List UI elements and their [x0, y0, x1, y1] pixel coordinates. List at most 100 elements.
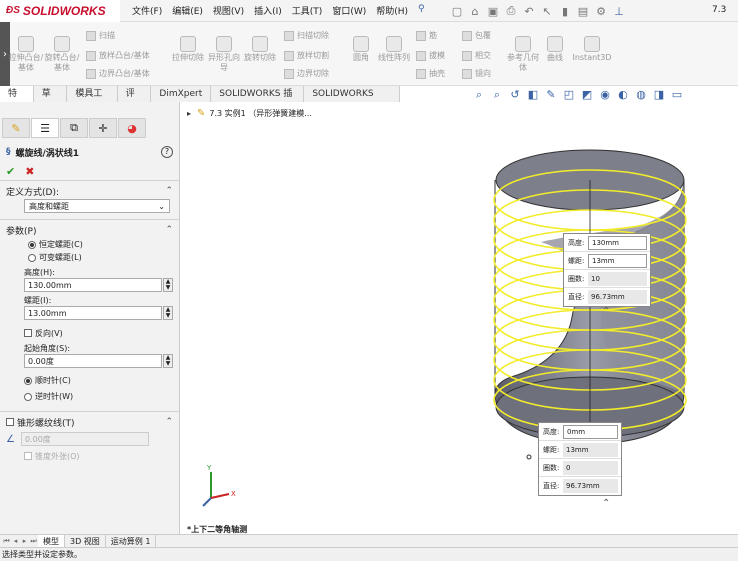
loft-boss-button[interactable]: 放样凸台/基体 [86, 50, 150, 61]
tab-sketch[interactable]: 草图 [34, 86, 68, 115]
extrude-cut-button[interactable]: 拉伸切除 [170, 36, 206, 63]
display-manager-tab[interactable]: ◕ [118, 118, 146, 138]
sweep-cut-button[interactable]: 扫描切除 [284, 30, 329, 41]
hole-wizard-button[interactable]: 异形孔向导 [206, 36, 242, 73]
graphics-viewport[interactable]: ▸ ✎ 7.3 实例1 （异形弹簧建模... Y X ⌃ ⌃ 高度: 130mm… [181, 102, 738, 538]
pin-icon[interactable]: ⚲ [418, 4, 425, 17]
print-icon[interactable]: ⎙ [502, 4, 520, 18]
height-input[interactable]: 130.00mm ▲ ▼ [24, 278, 173, 292]
collapse-bottom-callout-icon: ⌃ [602, 498, 610, 509]
zoom-fit-icon[interactable]: ⌕ [470, 88, 488, 102]
ok-checkmark-icon[interactable]: ✔ [6, 165, 15, 178]
taper-outward-checkbox[interactable]: 锥度外张(O) [24, 449, 173, 463]
undo-icon[interactable]: ↶ [520, 5, 538, 18]
reverse-checkbox[interactable]: 反向(V) [24, 326, 173, 340]
taper-angle-input[interactable]: 0.00度 [20, 432, 149, 446]
revolve-cut-button[interactable]: 旋转切除 [242, 36, 278, 63]
boundary-cut-button[interactable]: 边界切除 [284, 68, 329, 79]
select-icon[interactable]: ↖ [538, 5, 556, 18]
cancel-x-icon[interactable]: ✖ [25, 165, 34, 178]
top-height-input[interactable]: 130mm [588, 235, 647, 250]
section-view-icon[interactable]: ◧ [524, 88, 542, 102]
helix-icon: § [6, 147, 11, 157]
draft-button[interactable]: 拔模 [416, 50, 445, 61]
feature-manager-tab[interactable]: ✎ [2, 118, 30, 138]
menu-view[interactable]: 视图(V) [213, 4, 244, 17]
menu-window[interactable]: 窗口(W) [332, 4, 366, 17]
constant-pitch-radio[interactable]: 恒定螺距(C) [28, 238, 173, 251]
tab-dimxpert[interactable]: DimXpert [151, 86, 212, 102]
tab-features[interactable]: 特征 [0, 86, 34, 115]
menu-file[interactable]: 文件(F) [132, 4, 162, 17]
file-props-icon[interactable]: ▤ [574, 5, 592, 18]
bottom-height-input[interactable]: 0mm [563, 424, 618, 439]
next-tab-icon[interactable]: ▸ [20, 535, 29, 547]
curves-button[interactable]: 曲线 [540, 36, 570, 63]
reference-geometry-button[interactable]: 参考几何体 [506, 36, 540, 73]
menu-edit[interactable]: 编辑(E) [172, 4, 203, 17]
save-icon[interactable]: ▣ [484, 5, 502, 18]
wrap-button[interactable]: 包覆 [462, 30, 491, 41]
loft-cut-button[interactable]: 放样切割 [284, 50, 329, 61]
help-icon[interactable]: ? [161, 146, 173, 158]
top-pitch-input[interactable]: 13mm [588, 253, 647, 268]
taper-header[interactable]: 锥形螺纹线(T) ⌃ [6, 414, 173, 430]
linear-pattern-button[interactable]: 线性阵列 [376, 36, 412, 63]
tab-addins[interactable]: SOLIDWORKS 插件 [211, 86, 305, 115]
pin-toolbar-icon[interactable]: ⊥ [610, 5, 628, 18]
first-tab-icon[interactable]: ⏮ [2, 535, 11, 547]
pitch-input[interactable]: 13.00mm ▲ ▼ [24, 306, 173, 320]
gear-icon[interactable]: ⚙ [592, 5, 610, 18]
start-angle-spinner[interactable]: ▲ ▼ [163, 354, 173, 368]
start-angle-input[interactable]: 0.00度 ▲ ▼ [24, 354, 173, 368]
shell-button[interactable]: 抽壳 [416, 68, 445, 79]
view-orientation-icon[interactable]: ◰ [560, 88, 578, 102]
rib-button[interactable]: 筋 [416, 30, 437, 41]
sweep-button[interactable]: 扫描 [86, 30, 115, 41]
configuration-manager-tab[interactable]: ⧉ [60, 118, 88, 138]
view-settings-icon[interactable]: ◨ [650, 88, 668, 102]
apply-scene-icon[interactable]: ◍ [632, 88, 650, 102]
intersect-button[interactable]: 相交 [462, 50, 491, 61]
instant3d-button[interactable]: Instant3D [572, 36, 612, 63]
tab-3d-views[interactable]: 3D 视图 [65, 535, 106, 547]
open-icon[interactable]: ⌂ [466, 5, 484, 18]
dynamic-annotation-icon[interactable]: ✎ [542, 88, 560, 102]
hide-show-icon[interactable]: ◉ [596, 88, 614, 102]
clockwise-radio[interactable]: 顺时针(C) [24, 374, 173, 387]
solidworks-logo[interactable]: ƉS SOLIDWORKS [0, 0, 120, 22]
parameters-header[interactable]: 参数(P) ⌃ [6, 222, 173, 238]
edit-appearance-icon[interactable]: ◐ [614, 88, 632, 102]
height-spinner[interactable]: ▲ ▼ [163, 278, 173, 292]
tab-model[interactable]: 模型 [38, 535, 65, 547]
rebuild-icon[interactable]: ▮ [556, 5, 574, 18]
definition-header[interactable]: 定义方式(D): ⌃ [6, 183, 173, 199]
boundary-boss-button[interactable]: 边界凸台/基体 [86, 68, 150, 79]
property-manager-tab[interactable]: ☰ [31, 118, 59, 138]
extrude-boss-button[interactable]: 拉伸凸台/基体 [8, 36, 44, 73]
menu-help[interactable]: 帮助(H) [376, 4, 408, 17]
menu-tools[interactable]: 工具(T) [292, 4, 323, 17]
new-doc-icon[interactable]: ▢ [448, 5, 466, 18]
hole-wizard-icon [216, 36, 232, 52]
variable-pitch-radio[interactable]: 可变螺距(L) [28, 251, 173, 264]
revolve-boss-button[interactable]: 旋转凸台/基体 [44, 36, 80, 73]
previous-view-icon[interactable]: ↺ [506, 88, 524, 102]
display-style-icon[interactable]: ◩ [578, 88, 596, 102]
tab-evaluate[interactable]: 评估 [118, 86, 152, 115]
mirror-button[interactable]: 镜向 [462, 68, 491, 79]
dimxpert-manager-tab[interactable]: ✛ [89, 118, 117, 138]
fillet-button[interactable]: 圆角 [346, 36, 376, 63]
pitch-spinner[interactable]: ▲ ▼ [163, 306, 173, 320]
menu-insert[interactable]: 插入(I) [254, 4, 282, 17]
zoom-area-icon[interactable]: ⌕ [488, 88, 506, 102]
definition-type-select[interactable]: 高度和螺距 ⌄ [24, 199, 170, 213]
tab-mbd[interactable]: SOLIDWORKS MBD [304, 86, 401, 115]
model-graphics[interactable]: Y X ⌃ ⌃ [181, 102, 738, 538]
tab-mold-tools[interactable]: 模具工具 [67, 86, 118, 115]
counterclockwise-radio[interactable]: 逆时针(W) [24, 390, 173, 403]
last-tab-icon[interactable]: ⏭ [29, 535, 38, 547]
prev-tab-icon[interactable]: ◂ [11, 535, 20, 547]
monitor-icon[interactable]: ▭ [668, 88, 686, 102]
tab-motion-study[interactable]: 运动算例 1 [106, 535, 157, 547]
